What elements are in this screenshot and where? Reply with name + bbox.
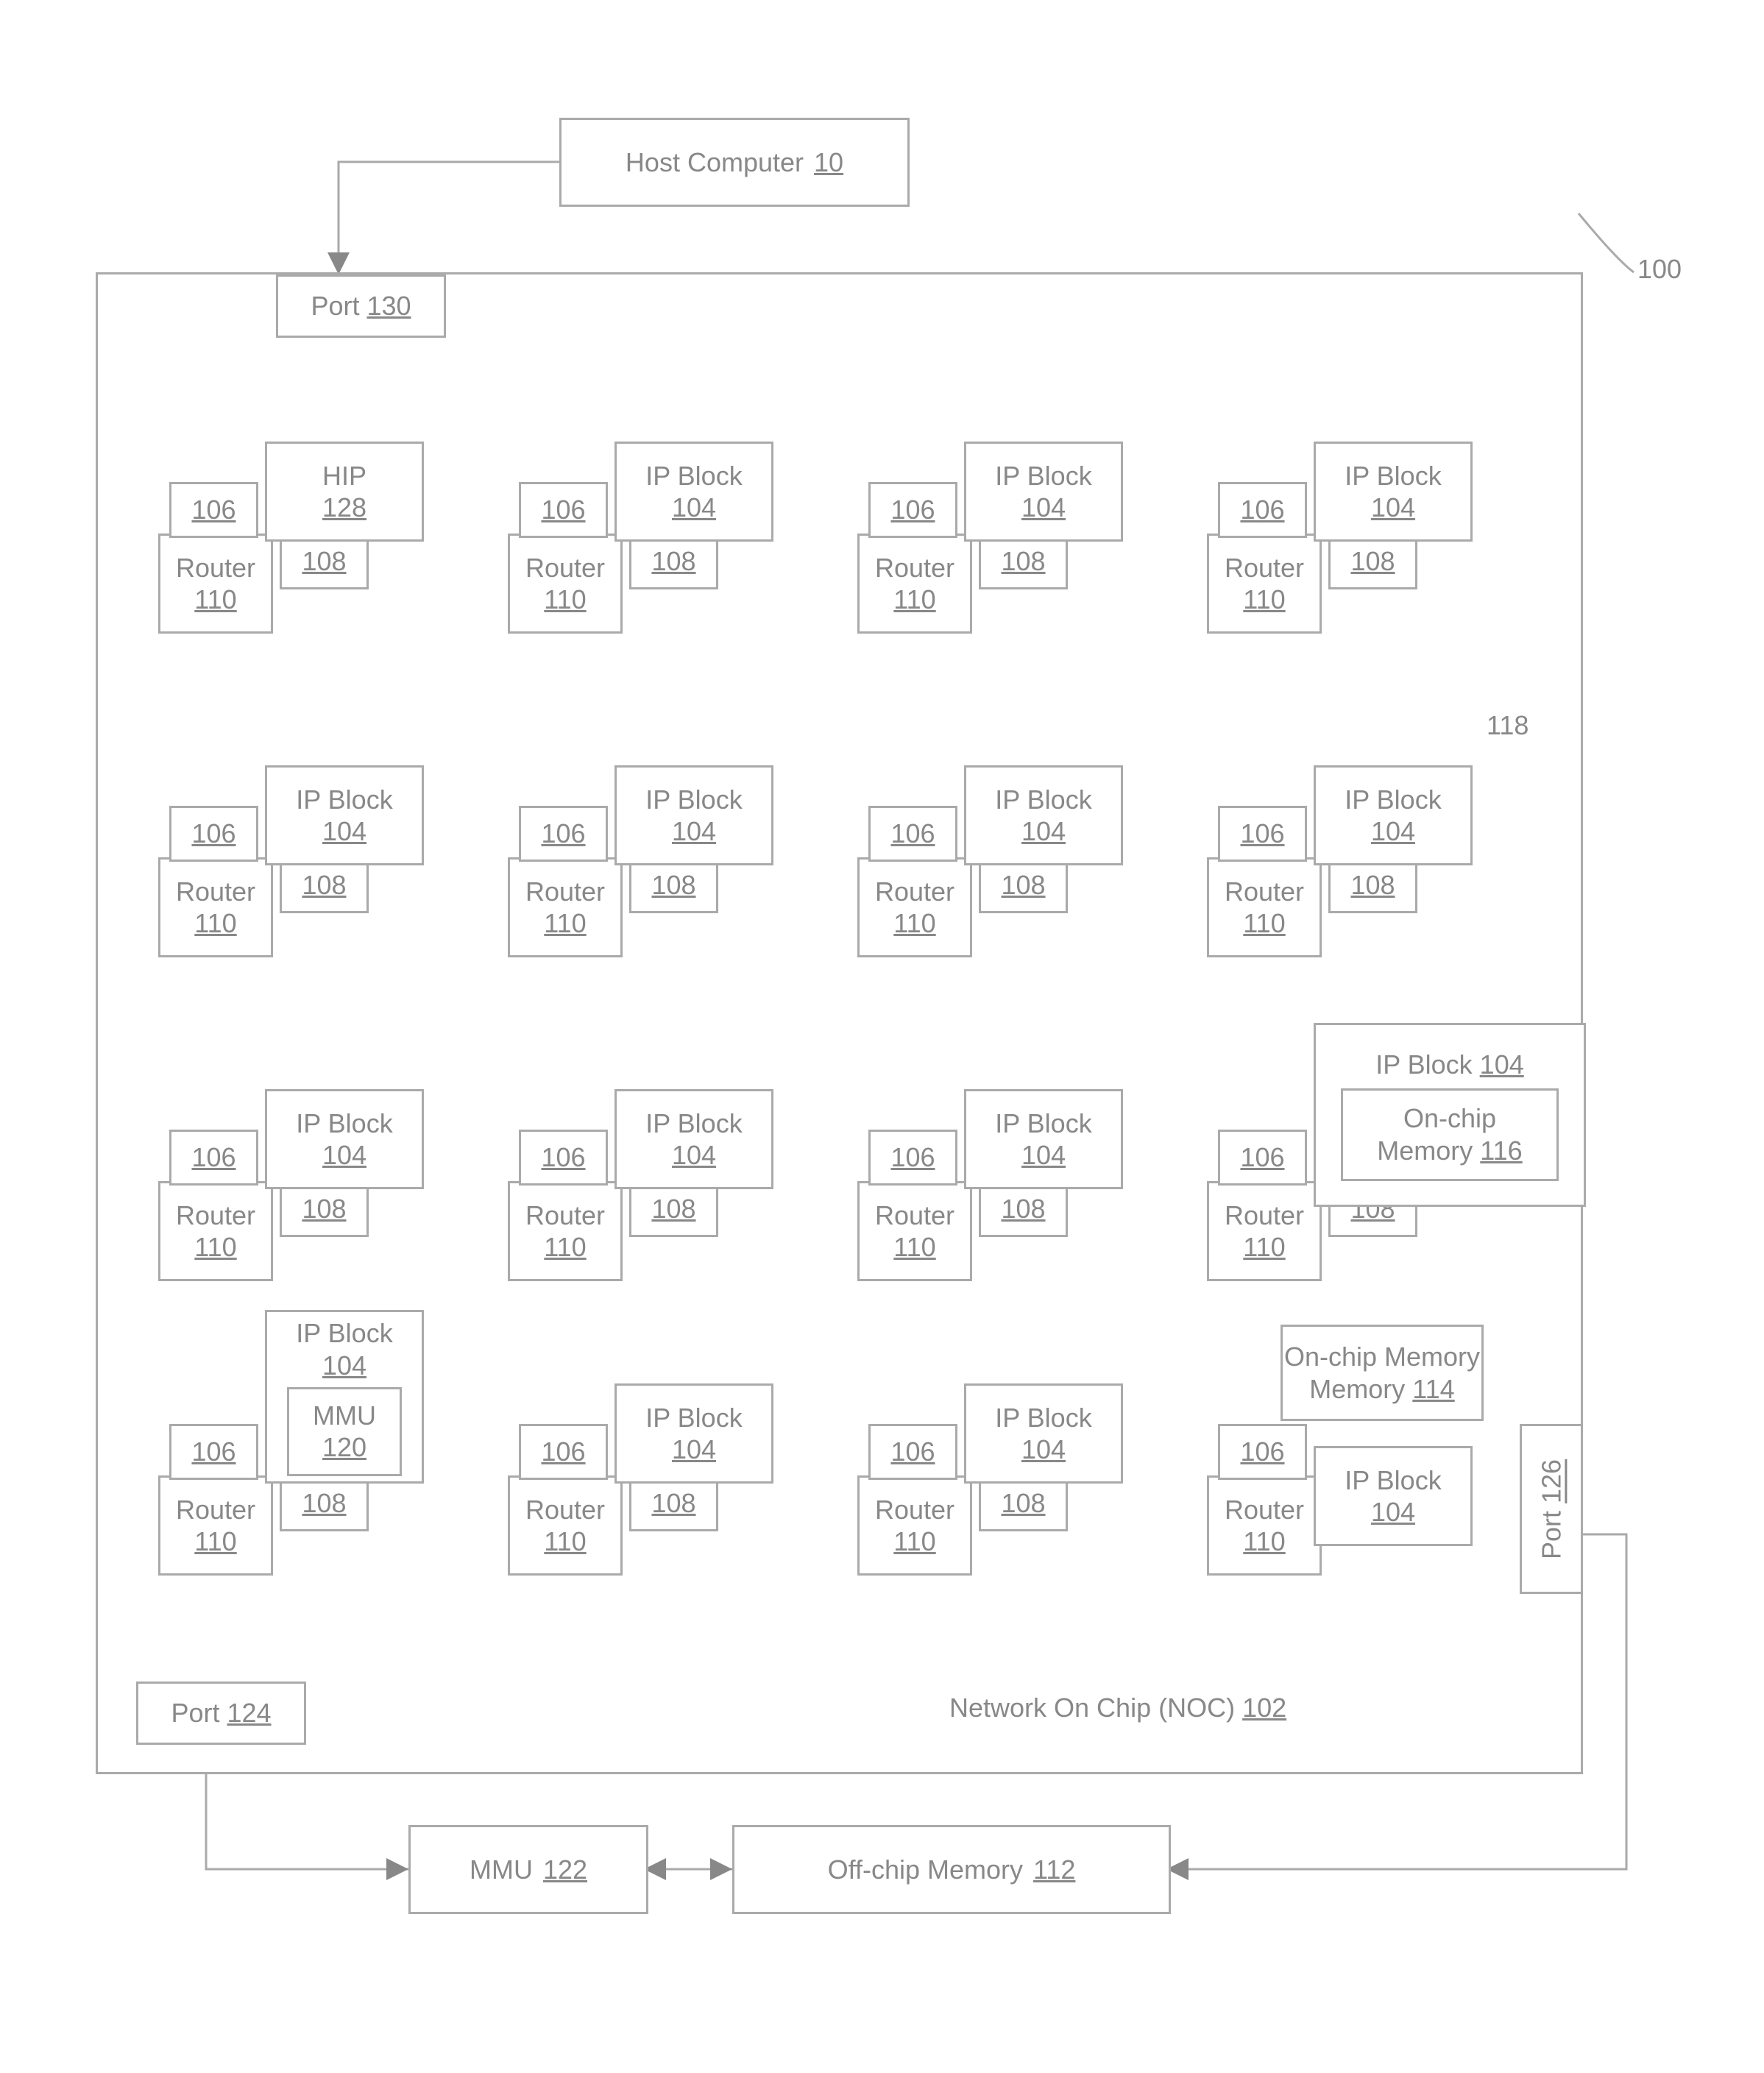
- block-108: 108: [979, 1475, 1068, 1531]
- noc-label: Network On Chip (NOC) 102: [949, 1693, 1286, 1723]
- router: Router110: [1207, 857, 1322, 957]
- ipblock: IP Block104: [1314, 1446, 1473, 1546]
- router: Router110: [158, 1475, 273, 1576]
- ipblock: IP Block104: [964, 1383, 1123, 1484]
- onchip-memory-ext: On-chip Memory Memory 114: [1281, 1325, 1484, 1421]
- block-106: 106: [868, 1130, 957, 1186]
- block-108: 108: [280, 1475, 369, 1531]
- router: Router110: [1207, 1475, 1322, 1576]
- block-108: 108: [280, 1181, 369, 1237]
- ipblock: IP Block104: [614, 1089, 773, 1189]
- ipblock: IP Block104: [1314, 442, 1473, 542]
- block-106: 106: [1218, 806, 1307, 862]
- ipblock: IP Block104: [1314, 765, 1473, 865]
- block-108: 108: [629, 534, 718, 589]
- block-106: 106: [169, 1130, 258, 1186]
- block-106: 106: [868, 1424, 957, 1480]
- ipblock: IP Block104: [964, 765, 1123, 865]
- port-top-ref: 130: [366, 290, 411, 322]
- block-106: 106: [519, 1424, 608, 1480]
- block-108: 108: [979, 534, 1068, 589]
- block-106: 106: [868, 806, 957, 862]
- block-106: 106: [169, 482, 258, 538]
- port-top: Port 130: [276, 274, 446, 338]
- ipblock: IP Block104: [614, 1383, 773, 1484]
- block-106: 106: [169, 806, 258, 862]
- block-108: 108: [629, 1181, 718, 1237]
- router: Router110: [857, 857, 972, 957]
- block-108: 108: [979, 857, 1068, 913]
- mmu-external: MMU 122: [408, 1825, 648, 1914]
- port-right: Port 126: [1520, 1424, 1583, 1594]
- ipblock: IP Block104: [614, 765, 773, 865]
- block-106: 106: [519, 1130, 608, 1186]
- ipblock: IP Block104: [964, 1089, 1123, 1189]
- block-106: 106: [1218, 482, 1307, 538]
- block-108: 108: [280, 534, 369, 589]
- offchip-memory: Off-chip Memory 112: [732, 1825, 1171, 1914]
- ipblock: IP Block104: [614, 442, 773, 542]
- ipblock: IP Block104: [265, 1089, 424, 1189]
- router: Router110: [508, 857, 623, 957]
- ipblock: IP Block104: [964, 442, 1123, 542]
- router: Router110: [158, 1181, 273, 1281]
- ipblock-mmu: IP Block104MMU120: [265, 1310, 424, 1484]
- host-label: Host Computer: [626, 146, 804, 178]
- router: Router110: [857, 1475, 972, 1576]
- block-108: 108: [1328, 857, 1417, 913]
- host-ref: 10: [814, 146, 843, 178]
- router: Router110: [158, 534, 273, 634]
- router: Router110: [857, 534, 972, 634]
- router: Router110: [1207, 534, 1322, 634]
- router: Router110: [508, 534, 623, 634]
- port-bottom: Port 124: [136, 1682, 306, 1745]
- ipblock: IP Block104: [265, 765, 424, 865]
- block-106: 106: [868, 482, 957, 538]
- router: Router110: [857, 1181, 972, 1281]
- block-108: 108: [629, 857, 718, 913]
- block-106: 106: [1218, 1424, 1307, 1480]
- block-108: 108: [1328, 534, 1417, 589]
- block-106: 106: [169, 1424, 258, 1480]
- block-106: 106: [1218, 1130, 1307, 1186]
- port-top-label: Port: [311, 290, 359, 322]
- block-108: 108: [280, 857, 369, 913]
- router: Router110: [508, 1475, 623, 1576]
- block-108: 108: [979, 1181, 1068, 1237]
- block-106: 106: [519, 482, 608, 538]
- router: Router110: [158, 857, 273, 957]
- wire-118: 118: [1487, 710, 1529, 741]
- chip-ref: 100: [1637, 254, 1682, 285]
- block-106: 106: [519, 806, 608, 862]
- ipblock-onchip-mem: IP Block 104On-chipMemory 116: [1314, 1023, 1586, 1207]
- host-computer: Host Computer 10: [559, 118, 910, 207]
- block-108: 108: [629, 1475, 718, 1531]
- router: Router110: [508, 1181, 623, 1281]
- hip: HIP128: [265, 442, 424, 542]
- router: Router110: [1207, 1181, 1322, 1281]
